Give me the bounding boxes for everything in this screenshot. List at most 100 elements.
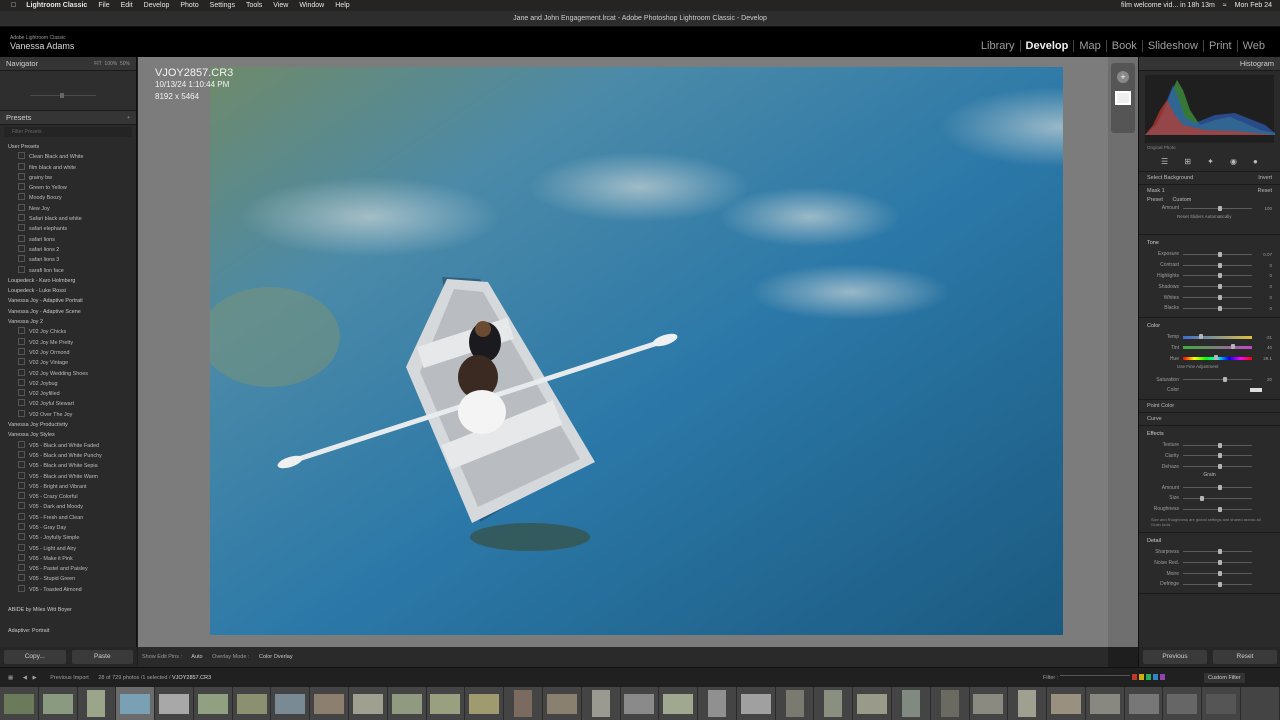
preset-item[interactable]: V02 Joy Chicks (4, 327, 136, 337)
module-book[interactable]: Book (1105, 40, 1142, 52)
mask-reset[interactable]: Reset (1258, 188, 1272, 194)
preset-item[interactable]: V05 - Black and White Warm (4, 472, 136, 482)
slider-saturation[interactable]: Saturation 20 (1147, 374, 1272, 385)
module-slideshow[interactable]: Slideshow (1141, 40, 1203, 52)
preset-item[interactable]: V05 - Joyfully Simple (4, 533, 136, 543)
copy-button[interactable]: Copy... (4, 650, 66, 664)
slider-track[interactable] (1183, 560, 1252, 566)
preset-item[interactable]: Safari black and white (4, 214, 136, 224)
slider-highlights[interactable]: Highlights 0 (1147, 271, 1272, 282)
slider-value[interactable]: 0 (1258, 306, 1272, 311)
slider-value[interactable]: 0 (1258, 273, 1272, 278)
filmstrip-thumbnail[interactable] (1008, 687, 1048, 720)
preset-item[interactable]: V02 Joyfilled (4, 389, 136, 399)
filmstrip-thumbnail[interactable] (698, 687, 737, 720)
menu-settings[interactable]: Settings (210, 2, 235, 9)
preset-item[interactable]: V05 - Gray Day (4, 523, 136, 533)
reset-sliders-checkbox[interactable]: Reset Sliders Automatically (1147, 214, 1272, 219)
slider-track[interactable] (1183, 295, 1252, 301)
presets-header[interactable]: Presets + (0, 111, 136, 125)
slider-tint[interactable]: Tint 40 (1147, 343, 1272, 354)
filmstrip-thumbnail[interactable] (969, 687, 1009, 720)
wifi-icon[interactable]: ≈ (1223, 2, 1227, 9)
preset-item[interactable]: V02 Joy Wedding Shoes (4, 369, 136, 379)
filmstrip-thumbnail[interactable] (1202, 687, 1241, 720)
filmstrip-thumbnail[interactable] (542, 687, 582, 720)
slider-handle[interactable] (1217, 485, 1222, 491)
module-map[interactable]: Map (1073, 40, 1105, 52)
slider-handle[interactable] (1217, 305, 1222, 311)
filmstrip-thumbnail[interactable] (814, 687, 854, 720)
preset-item[interactable]: V05 - Dark and Moody (4, 502, 136, 512)
preset-group[interactable]: Vanessa Joy - Adaptive Scene (4, 307, 136, 317)
preset-item[interactable]: V02 Joy Vintage (4, 358, 136, 368)
slider-value[interactable]: -31 (1258, 335, 1272, 340)
preset-group[interactable] (4, 595, 136, 605)
slider-handle[interactable] (1217, 549, 1222, 555)
slider-value[interactable]: 0.07 (1258, 252, 1272, 257)
slider-defringe[interactable]: Defringe (1147, 579, 1272, 590)
original-photo-checkbox[interactable]: Original Photo (1139, 143, 1280, 152)
edit-pins-dropdown[interactable]: Auto (191, 654, 202, 660)
slider-track[interactable] (1183, 571, 1252, 577)
slider-texture[interactable]: Texture (1147, 440, 1272, 451)
slider-value[interactable]: 0 (1258, 284, 1272, 289)
slider-handle[interactable] (1198, 333, 1203, 339)
histogram[interactable] (1145, 75, 1275, 143)
source-label[interactable]: Previous Import (50, 675, 89, 681)
slider-handle[interactable] (1217, 453, 1222, 459)
slider-hue[interactable]: Hue 29.1 (1147, 353, 1272, 364)
preset-group[interactable]: Vanessa Joy Styles (4, 430, 136, 440)
filmstrip-thumbnail[interactable] (193, 687, 233, 720)
slider-dehaze[interactable]: Dehaze (1147, 461, 1272, 472)
filmstrip-thumbnail[interactable] (232, 687, 272, 720)
slider-temp[interactable]: Temp -31 (1147, 332, 1272, 343)
paste-button[interactable]: Paste (71, 650, 133, 664)
clock[interactable]: Mon Feb 24 (1235, 2, 1272, 9)
navigator-preview[interactable] (0, 71, 136, 111)
slider-handle[interactable] (1217, 262, 1222, 268)
preset-item[interactable]: V05 - Fresh and Clean (4, 513, 136, 523)
menu-file[interactable]: File (98, 2, 109, 9)
next-arrow-icon[interactable]: ▶ (33, 675, 37, 681)
preset-search-input[interactable]: Filter Presets (4, 127, 132, 137)
preset-item[interactable]: V05 - Make it Pink (4, 554, 136, 564)
menu-edit[interactable]: Edit (121, 2, 133, 9)
slider-blacks[interactable]: Blacks 0 (1147, 303, 1272, 314)
mask-thumbnail[interactable] (1115, 91, 1131, 105)
custom-filter-dropdown[interactable]: Custom Filter (1204, 673, 1245, 683)
main-photo[interactable] (210, 67, 1063, 635)
slider-value[interactable]: 40 (1258, 345, 1272, 350)
navigator-header[interactable]: Navigator FIT 100% 50% (0, 57, 136, 71)
slider-moire[interactable]: Moire (1147, 568, 1272, 579)
preset-item[interactable]: safari lions 3 (4, 255, 136, 265)
preset-group[interactable]: Vanessa Joy Productivity (4, 420, 136, 430)
filmstrip-thumbnail[interactable] (155, 687, 194, 720)
add-mask-icon[interactable]: + (1117, 71, 1129, 83)
filmstrip-thumbnail[interactable] (77, 687, 117, 720)
filmstrip-thumbnail[interactable] (1047, 687, 1086, 720)
preset-item[interactable]: V02 Joy Ormond (4, 348, 136, 358)
filmstrip-thumbnail[interactable] (930, 687, 970, 720)
preset-item[interactable]: Moody Boozy (4, 193, 136, 203)
slider-handle[interactable] (1217, 251, 1222, 257)
reset-button[interactable]: Reset (1213, 650, 1277, 664)
effects-header[interactable]: Effects (1147, 429, 1272, 440)
slider-clarity[interactable]: Clarity (1147, 451, 1272, 462)
slider-roughness[interactable]: Roughness (1147, 504, 1272, 515)
module-web[interactable]: Web (1236, 40, 1270, 52)
preset-item[interactable]: safari lions 2 (4, 245, 136, 255)
filmstrip-thumbnail[interactable] (775, 687, 815, 720)
filmstrip-thumbnail[interactable] (0, 687, 39, 720)
preset-item[interactable]: film black and white (4, 163, 136, 173)
preset-item[interactable]: V05 - Bright and Vibrant (4, 482, 136, 492)
crop-icon[interactable]: ⊞ (1184, 157, 1191, 166)
slider-handle[interactable] (1217, 295, 1222, 301)
preset-group[interactable]: ABIDE by Miles Witt Boyer (4, 605, 136, 615)
preset-item[interactable]: sarafi lion face (4, 266, 136, 276)
filmstrip-thumbnail[interactable] (736, 687, 776, 720)
detail-header[interactable]: Detail (1147, 536, 1272, 547)
slider-whites[interactable]: Whites 0 (1147, 292, 1272, 303)
slider-handle[interactable] (1217, 560, 1222, 566)
preset-item[interactable]: V02 Joybug (4, 379, 136, 389)
